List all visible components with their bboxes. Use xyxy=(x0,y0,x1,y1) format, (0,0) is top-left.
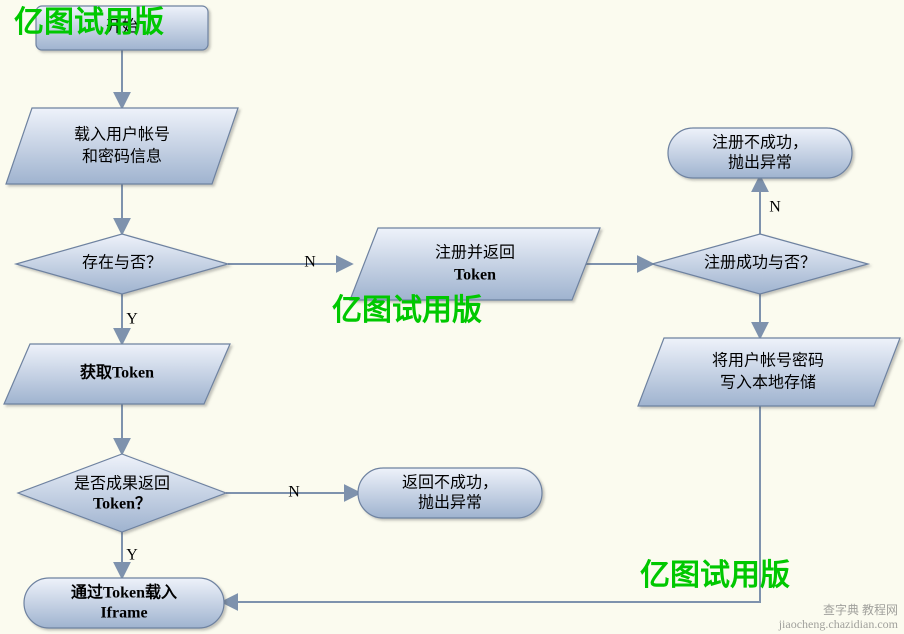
svg-text:载入用户帐号: 载入用户帐号 xyxy=(74,126,170,144)
node-store-credentials: 将用户帐号密码 写入本地存储 xyxy=(638,338,900,406)
svg-text:Iframe: Iframe xyxy=(100,605,147,622)
svg-text:通过Token载入: 通过Token载入 xyxy=(71,583,177,602)
node-return-fail: 返回不成功， 抛出异常 xyxy=(358,468,542,518)
footer-line1: 查字典 教程网 xyxy=(823,602,898,617)
lbl-got-no: N xyxy=(288,484,300,501)
lbl-exists-no: N xyxy=(304,254,316,271)
node-load-iframe: 通过Token载入 Iframe xyxy=(24,578,224,628)
lbl-got-yes: Y xyxy=(126,547,138,564)
node-got-token-decision: 是否成果返回 Token？ xyxy=(18,454,226,532)
node-load-credentials: 载入用户帐号 和密码信息 xyxy=(6,108,238,184)
svg-text:返回不成功，: 返回不成功， xyxy=(402,474,498,492)
node-register-ok-decision: 注册成功与否？ xyxy=(652,234,868,294)
node-get-token: 获取Token xyxy=(4,344,230,404)
lbl-exists-yes: Y xyxy=(126,311,138,328)
svg-text:注册并返回: 注册并返回 xyxy=(435,244,515,262)
watermark-br: 亿图试用版 xyxy=(640,559,790,592)
svg-text:是否成果返回: 是否成果返回 xyxy=(74,475,170,493)
svg-text:写入本地存储: 写入本地存储 xyxy=(720,374,816,392)
svg-text:获取Token: 获取Token xyxy=(80,364,154,382)
footer-line2: jiaocheng.chazidian.com xyxy=(778,617,899,631)
svg-text:注册成功与否？: 注册成功与否？ xyxy=(704,254,816,272)
watermark-tl: 亿图试用版 xyxy=(14,6,164,39)
node-register-fail: 注册不成功， 抛出异常 xyxy=(668,128,852,178)
svg-text:注册不成功，: 注册不成功， xyxy=(712,134,808,152)
node-exists-decision: 存在与否？ xyxy=(16,234,228,294)
svg-text:抛出异常: 抛出异常 xyxy=(418,494,482,512)
lbl-regok-no: N xyxy=(769,199,781,216)
svg-text:抛出异常: 抛出异常 xyxy=(728,154,792,172)
svg-text:Token: Token xyxy=(454,267,496,284)
svg-text:和密码信息: 和密码信息 xyxy=(82,148,162,166)
watermark-mid: 亿图试用版 xyxy=(332,294,482,327)
node-register-return: 注册并返回 Token xyxy=(350,228,600,300)
svg-text:Token？: Token？ xyxy=(93,496,151,513)
svg-text:存在与否？: 存在与否？ xyxy=(82,254,162,272)
svg-text:将用户帐号密码: 将用户帐号密码 xyxy=(712,352,824,370)
